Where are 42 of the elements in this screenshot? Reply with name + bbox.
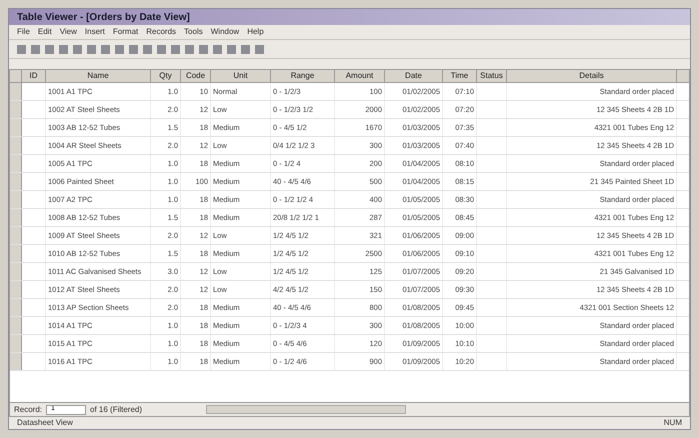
record-label: Record: [14,404,42,416]
menu-item[interactable]: Tools [184,26,203,38]
row-selector[interactable] [10,227,22,244]
menu-item[interactable]: Insert [84,26,105,38]
menu-item[interactable]: View [60,26,77,38]
record-count: of 16 (Filtered) [90,404,142,416]
column-header[interactable]: ID [22,70,46,82]
status-text: Datasheet View [17,417,73,429]
column-header[interactable]: Date [385,70,443,82]
horizontal-scrollbar[interactable] [206,405,406,414]
menu-item[interactable]: Edit [38,26,52,38]
window-title: Table Viewer - [Orders by Date View] [17,10,190,24]
column-header[interactable]: Unit [211,70,271,82]
row-selector[interactable] [10,155,22,172]
row-selector[interactable] [10,245,22,262]
menu-item[interactable]: Window [210,26,240,38]
row-selector[interactable] [10,281,22,298]
row-selector[interactable] [10,353,22,370]
column-header[interactable]: Code [181,70,211,82]
row-selector[interactable] [10,83,22,100]
column-header[interactable]: Status [477,70,507,82]
row-selector[interactable] [10,299,22,316]
column-header[interactable]: Name [46,70,151,82]
row-selector[interactable] [10,317,22,334]
row-selector[interactable] [10,191,22,208]
row-selector[interactable] [10,137,22,154]
column-header[interactable]: Details [507,70,677,82]
row-selector[interactable] [10,209,22,226]
status-indicator: NUM [664,417,682,429]
menu-item[interactable]: Format [112,26,138,38]
column-header[interactable]: Range [271,70,335,82]
menu-item[interactable]: Help [247,26,264,38]
column-header[interactable]: Qty [151,70,181,82]
column-header[interactable]: Time [443,70,477,82]
row-selector[interactable] [10,173,22,190]
column-header[interactable]: Amount [335,70,385,82]
row-selector[interactable] [10,263,22,280]
row-selector[interactable] [10,335,22,352]
row-selector[interactable] [10,119,22,136]
row-selector[interactable] [10,101,22,118]
menu-item[interactable]: Records [146,26,176,38]
menu-item[interactable]: File [17,26,30,38]
